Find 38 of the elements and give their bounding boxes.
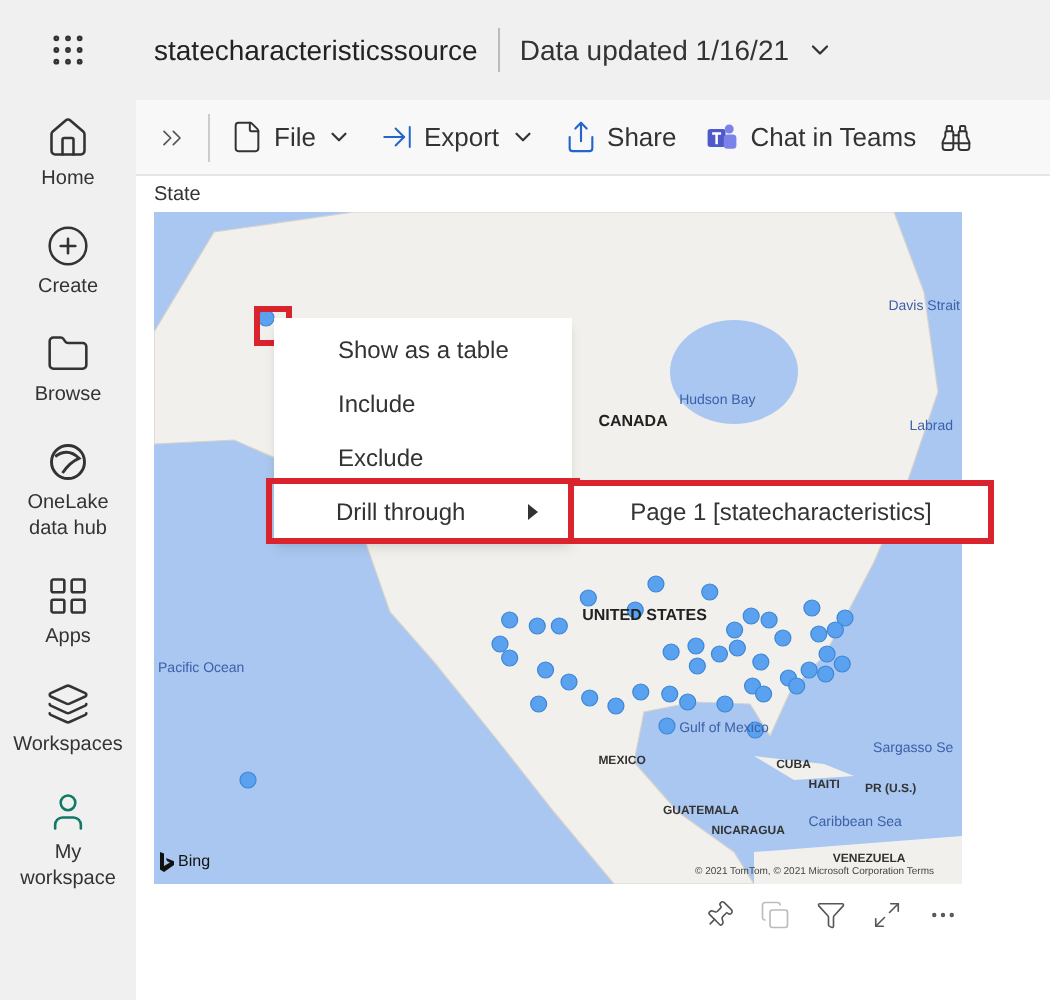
folder-icon (46, 332, 90, 376)
bing-label: Bing (178, 850, 211, 874)
submenu-item[interactable]: Page 1 [statecharacteristics] (574, 486, 988, 538)
nav-item[interactable]: Home (4, 112, 132, 196)
binoculars-icon[interactable] (940, 121, 973, 153)
toolbar-button[interactable]: Export (371, 117, 544, 157)
data-updated-dropdown[interactable]: Data updated 1/16/21 (519, 29, 834, 71)
nav-item[interactable]: My workspace (4, 786, 132, 896)
menu-item[interactable]: Exclude (274, 430, 572, 484)
nav-item[interactable]: Workspaces (4, 678, 132, 762)
menu-item[interactable]: Include (274, 376, 572, 430)
app-launcher-icon[interactable] (48, 30, 88, 70)
arrow-right-icon (379, 120, 414, 154)
filter-icon[interactable] (816, 900, 846, 930)
teams-icon (704, 119, 741, 155)
submenu-arrow-icon (528, 503, 538, 519)
nav-item[interactable]: OneLake data hub (4, 436, 132, 546)
focus-mode-icon[interactable] (872, 900, 902, 930)
apps-icon (46, 574, 90, 618)
bing-logo-icon (160, 852, 174, 872)
onelake-icon (46, 440, 90, 484)
menu-item[interactable]: Show as a table (274, 322, 572, 376)
stacked-pages-icon (46, 682, 90, 726)
map-label: UNITED STATES (582, 608, 707, 625)
plus-circle-icon (46, 224, 90, 268)
map-label: CANADA (598, 413, 668, 430)
nav-item[interactable]: Browse (4, 328, 132, 412)
home-icon (46, 116, 90, 160)
visual-title: State (154, 184, 203, 208)
toolbar-button[interactable]: File (222, 117, 360, 157)
file-icon (230, 120, 264, 154)
toolbar-button[interactable]: Chat in Teams (696, 117, 925, 157)
report-title: statecharacteristicssource (154, 31, 478, 69)
nav-item[interactable]: Apps (4, 570, 132, 654)
nav-item[interactable]: Create (4, 220, 132, 304)
toolbar-button[interactable]: Share (555, 117, 685, 157)
share-icon (563, 120, 598, 154)
menu-item[interactable]: Drill through (272, 484, 574, 538)
